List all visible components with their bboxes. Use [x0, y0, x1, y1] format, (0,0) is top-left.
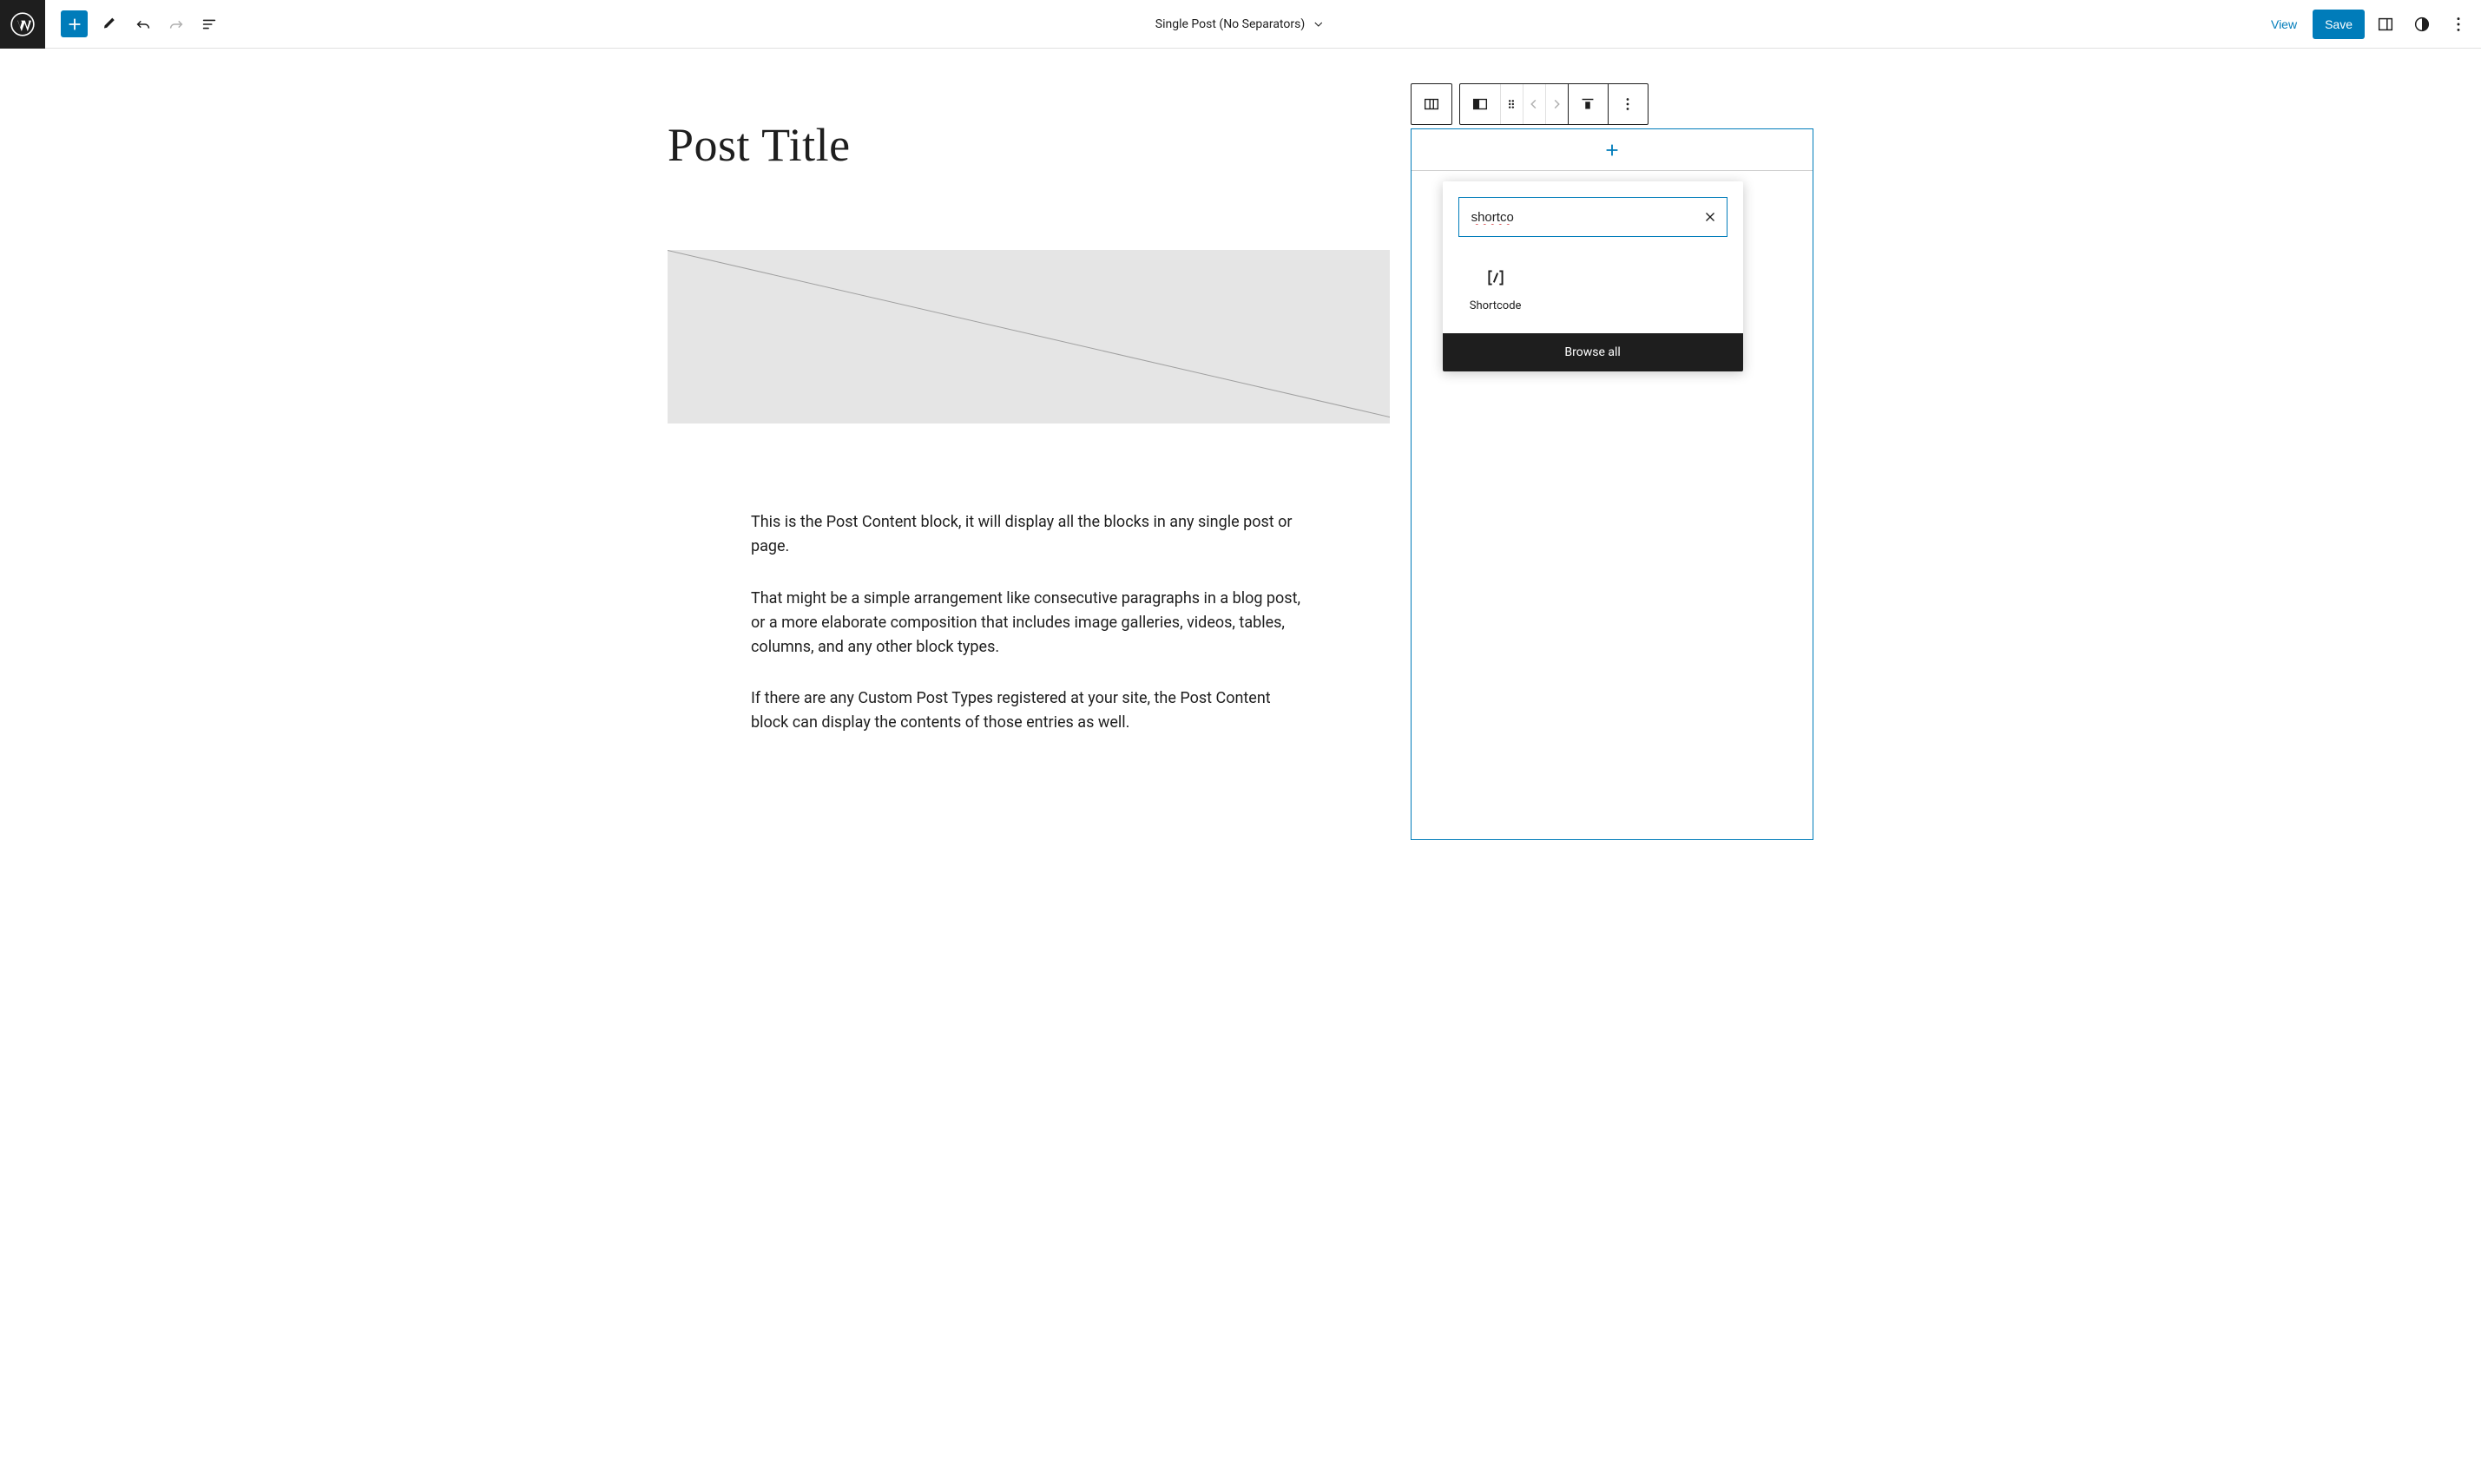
block-type-column-button[interactable]	[1460, 84, 1500, 124]
toggle-inserter-button[interactable]	[61, 10, 88, 37]
select-columns-parent-button[interactable]	[1412, 84, 1451, 124]
view-button[interactable]: View	[2261, 10, 2307, 38]
block-result-label: Shortcode	[1470, 299, 1522, 312]
block-toolbar	[1411, 83, 1649, 125]
options-button[interactable]	[2443, 9, 2474, 40]
template-selector[interactable]: Single Post (No Separators)	[1155, 17, 1326, 31]
post-title[interactable]: Post Title	[668, 118, 1390, 172]
content-paragraph: If there are any Custom Post Types regis…	[751, 686, 1306, 735]
styles-button[interactable]	[2406, 9, 2438, 40]
move-right-button[interactable]	[1545, 84, 1568, 124]
add-block-button[interactable]	[1601, 139, 1623, 161]
chevron-down-icon	[1312, 17, 1326, 31]
block-search-input[interactable]	[1471, 210, 1702, 225]
post-content-block[interactable]: This is the Post Content block, it will …	[668, 424, 1390, 735]
block-options-button[interactable]	[1608, 84, 1648, 124]
save-button[interactable]: Save	[2313, 10, 2365, 39]
template-name: Single Post (No Separators)	[1155, 17, 1305, 31]
wordpress-logo[interactable]	[0, 0, 45, 49]
close-icon	[1702, 209, 1718, 225]
block-result-shortcode[interactable]: Shortcode	[1448, 259, 1543, 318]
tools-button[interactable]	[95, 9, 126, 40]
featured-image-placeholder[interactable]	[668, 250, 1390, 424]
content-paragraph: That might be a simple arrangement like …	[751, 587, 1306, 660]
vertical-align-button[interactable]	[1568, 84, 1608, 124]
move-left-button[interactable]	[1523, 84, 1545, 124]
settings-sidebar-button[interactable]	[2370, 9, 2401, 40]
drag-handle[interactable]	[1500, 84, 1523, 124]
redo-button[interactable]	[161, 9, 192, 40]
undo-button[interactable]	[128, 9, 159, 40]
empty-column-block[interactable]: Shortcode Browse all	[1411, 128, 1813, 840]
block-inserter-popover: Shortcode Browse all	[1443, 181, 1743, 371]
clear-search-button[interactable]	[1702, 209, 1718, 225]
list-view-button[interactable]	[194, 9, 225, 40]
content-paragraph: This is the Post Content block, it will …	[751, 510, 1306, 559]
shortcode-icon	[1484, 266, 1507, 289]
browse-all-button[interactable]: Browse all	[1443, 333, 1743, 371]
